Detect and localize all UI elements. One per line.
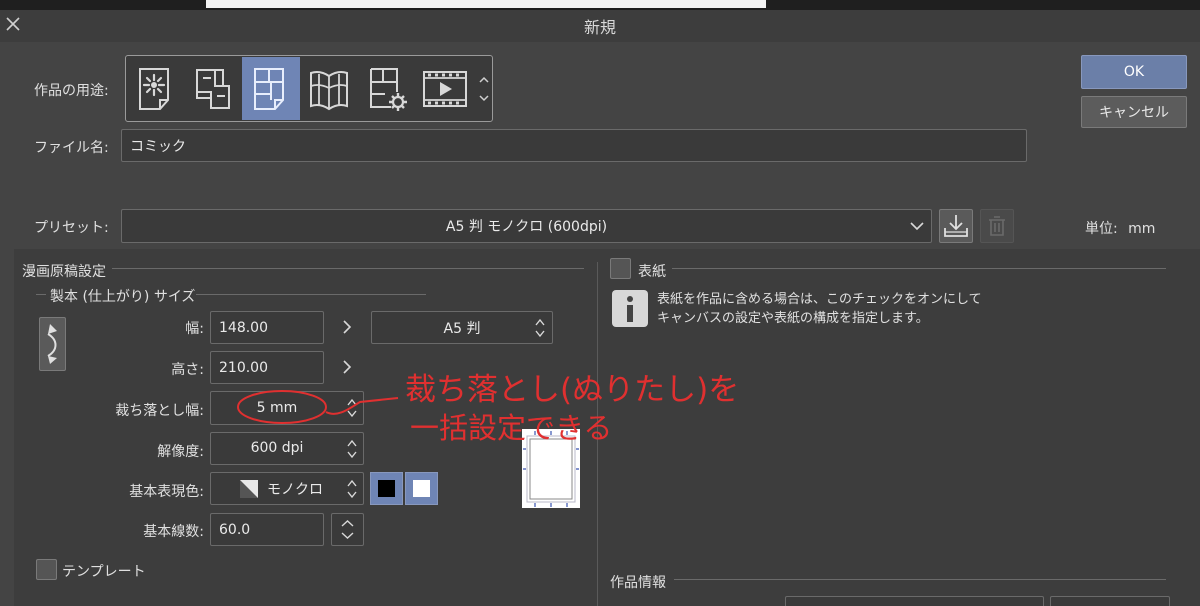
monochrome-icon — [240, 480, 258, 498]
unit-value: mm — [1128, 221, 1156, 237]
usage-comic-button[interactable] — [242, 57, 300, 120]
cancel-button[interactable]: キャンセル — [1081, 96, 1187, 128]
up-down-chevron-icon — [535, 318, 545, 338]
line-count-spinner[interactable] — [331, 513, 364, 546]
template-checkbox[interactable] — [36, 559, 57, 580]
orientation-toggle-button[interactable] — [39, 317, 66, 371]
paper-size-value: A5 判 — [443, 320, 481, 337]
illustration-icon — [139, 67, 169, 110]
cover-label: 表紙 — [638, 264, 666, 280]
up-down-chevron-icon — [341, 520, 354, 539]
trash-icon — [989, 216, 1005, 236]
usage-book-button[interactable] — [300, 57, 358, 120]
annotation-text-line1: 裁ち落とし(ぬりたし)を — [405, 372, 740, 408]
preset-dropdown[interactable]: A5 判 モノクロ (600dpi) — [121, 209, 932, 243]
work-info-select[interactable] — [1050, 596, 1170, 606]
info-glyph — [627, 296, 633, 322]
size-divider-left — [36, 294, 46, 295]
line-count-input[interactable] — [210, 513, 324, 546]
dialog-title: 新規 — [583, 18, 616, 37]
webtoon-icon — [196, 68, 230, 109]
manga-section-title: 漫画原稿設定 — [22, 264, 106, 280]
usage-webtoon-button[interactable] — [184, 57, 242, 120]
open-book-icon — [310, 70, 348, 110]
film-play-icon — [423, 70, 467, 107]
width-apply-chevron-icon[interactable] — [340, 319, 354, 335]
rotate-arrows-icon — [46, 324, 57, 364]
color-mode-value: モノクロ — [267, 481, 323, 498]
color-mode-label: 基本表現色: — [129, 484, 204, 500]
cover-info-line1: 表紙を作品に含める場合は、このチェックをオンにして — [657, 292, 982, 307]
usage-scroll-spinner[interactable] — [477, 62, 491, 116]
annotation-text-line2: 一括設定できる — [410, 411, 613, 445]
file-name-label: ファイル名: — [34, 140, 109, 156]
work-info-title: 作品情報 — [610, 575, 666, 591]
preset-value: A5 判 モノクロ (600dpi) — [445, 219, 608, 235]
save-preset-button[interactable] — [939, 209, 973, 243]
color-white-button[interactable] — [405, 472, 438, 505]
info-icon — [612, 290, 648, 327]
height-label: 高さ: — [171, 362, 204, 378]
up-down-chevron-icon — [347, 479, 357, 499]
save-preset-icon — [944, 215, 968, 237]
unit-label-text: 単位: — [1085, 221, 1118, 237]
ok-button[interactable]: OK — [1081, 55, 1187, 89]
unit-label: 単位: mm — [1085, 218, 1155, 238]
file-name-input[interactable] — [121, 129, 1027, 162]
usage-animation-button[interactable] — [416, 57, 474, 120]
width-input[interactable] — [210, 311, 324, 344]
black-swatch — [378, 480, 395, 497]
line-count-label: 基本線数: — [143, 524, 204, 540]
cover-divider — [672, 268, 1166, 269]
width-label: 幅: — [185, 321, 204, 337]
preset-label: プリセット: — [34, 220, 109, 236]
white-swatch — [413, 480, 430, 497]
section-divider — [112, 268, 584, 269]
color-mode-select[interactable]: モノクロ — [210, 472, 364, 505]
bleed-label: 裁ち落とし幅: — [115, 403, 204, 419]
comic-icon — [254, 67, 284, 110]
usage-custom-button[interactable] — [358, 57, 416, 120]
work-info-field[interactable] — [785, 596, 1044, 606]
delete-preset-button[interactable] — [980, 209, 1014, 243]
color-black-button[interactable] — [370, 472, 403, 505]
cover-info-line2: キャンバスの設定や表紙の構成を指定します。 — [657, 311, 929, 326]
page-settings-icon — [370, 67, 407, 111]
resolution-label: 解像度: — [157, 444, 204, 460]
paper-size-select[interactable]: A5 判 — [371, 311, 553, 344]
work-info-divider — [674, 579, 1166, 580]
usage-selector — [125, 55, 493, 122]
chevron-down-icon — [910, 222, 924, 231]
template-label: テンプレート — [62, 564, 146, 580]
usage-label: 作品の用途: — [34, 83, 109, 99]
size-divider-right — [196, 294, 426, 295]
top-strip-highlight — [206, 0, 766, 8]
size-section-title: 製本 (仕上がり) サイズ — [50, 289, 196, 305]
usage-illustration-button[interactable] — [127, 57, 185, 120]
cover-checkbox[interactable] — [610, 258, 631, 279]
